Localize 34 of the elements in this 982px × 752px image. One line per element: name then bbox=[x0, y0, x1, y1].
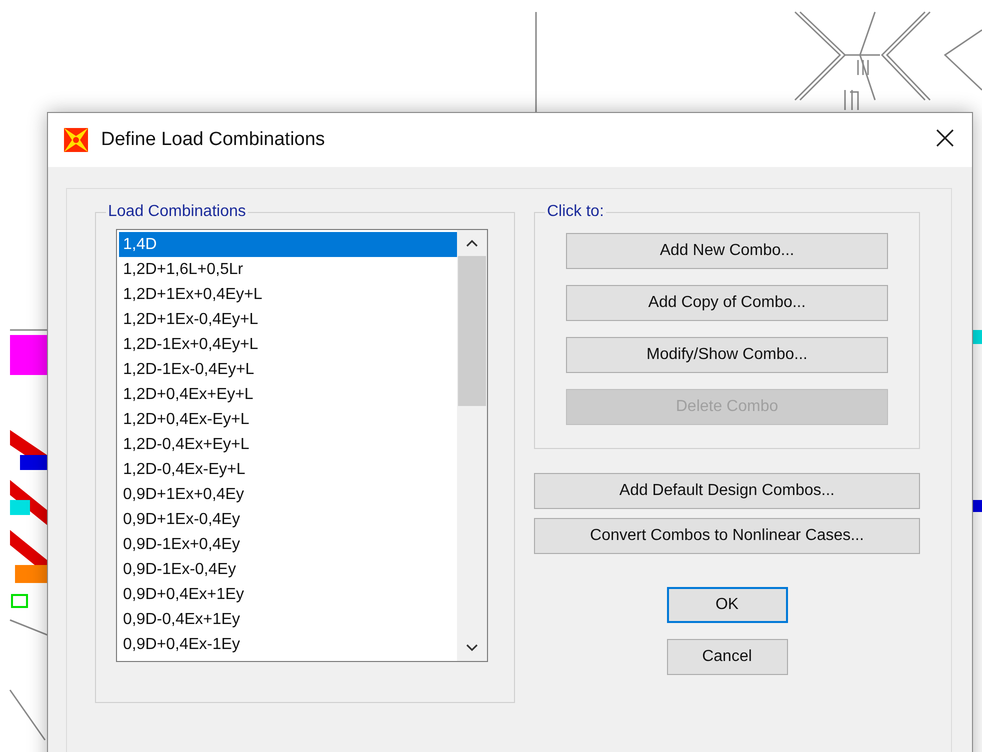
ok-button[interactable]: OK bbox=[666, 587, 788, 623]
list-item[interactable]: 1,2D-0,4Ex+Ey+L bbox=[119, 432, 457, 457]
action-button[interactable]: Convert Combos to Nonlinear Cases... bbox=[534, 518, 920, 554]
app-icon bbox=[63, 127, 89, 153]
list-item[interactable]: 0,9D+0,4Ex+1Ey bbox=[119, 582, 457, 607]
list-item[interactable]: 0,9D+1Ex+0,4Ey bbox=[119, 482, 457, 507]
list-item[interactable]: 1,2D+1Ex-0,4Ey+L bbox=[119, 307, 457, 332]
list-item[interactable]: 1,4D bbox=[119, 232, 457, 257]
scroll-down-icon[interactable] bbox=[466, 644, 478, 652]
combination-list[interactable] bbox=[116, 229, 488, 662]
scroll-up-icon[interactable] bbox=[466, 239, 478, 247]
list-item[interactable]: 0,9D+1Ex-0,4Ey bbox=[119, 507, 457, 532]
scroll-thumb[interactable] bbox=[458, 256, 486, 406]
list-item[interactable]: 0,9D+0,4Ex-1Ey bbox=[119, 632, 457, 657]
action-button[interactable]: Add New Combo... bbox=[566, 233, 888, 269]
list-item[interactable]: 1,2D-1Ex-0,4Ey+L bbox=[119, 357, 457, 382]
close-icon[interactable] bbox=[936, 129, 954, 147]
list-item[interactable]: 1,2D+0,4Ex+Ey+L bbox=[119, 382, 457, 407]
action-button[interactable]: Add Copy of Combo... bbox=[566, 285, 888, 321]
list-item[interactable]: 1,2D+1,6L+0,5Lr bbox=[119, 257, 457, 282]
list-item[interactable]: 1,2D+0,4Ex-Ey+L bbox=[119, 407, 457, 432]
list-item[interactable]: 1,2D-1Ex+0,4Ey+L bbox=[119, 332, 457, 357]
group-label: Click to: bbox=[546, 203, 605, 221]
list-item[interactable]: 0,9D-0,4Ex+1Ey bbox=[119, 607, 457, 632]
group-label: Load Combinations bbox=[107, 203, 247, 221]
list-item[interactable]: 1,2D+1Ex+0,4Ey+L bbox=[119, 282, 457, 307]
action-button[interactable]: Add Default Design Combos... bbox=[534, 473, 920, 509]
list-item[interactable]: 0,9D-1Ex-0,4Ey bbox=[119, 557, 457, 582]
window-title: Define Load Combinations bbox=[101, 129, 326, 151]
action-button[interactable]: Modify/Show Combo... bbox=[566, 337, 888, 373]
cancel-button[interactable]: Cancel bbox=[666, 639, 788, 675]
list-item[interactable]: 0,9D-1Ex+0,4Ey bbox=[119, 532, 457, 557]
list-item[interactable]: 1,2D-0,4Ex-Ey+L bbox=[119, 457, 457, 482]
scrollbar[interactable] bbox=[457, 230, 487, 661]
